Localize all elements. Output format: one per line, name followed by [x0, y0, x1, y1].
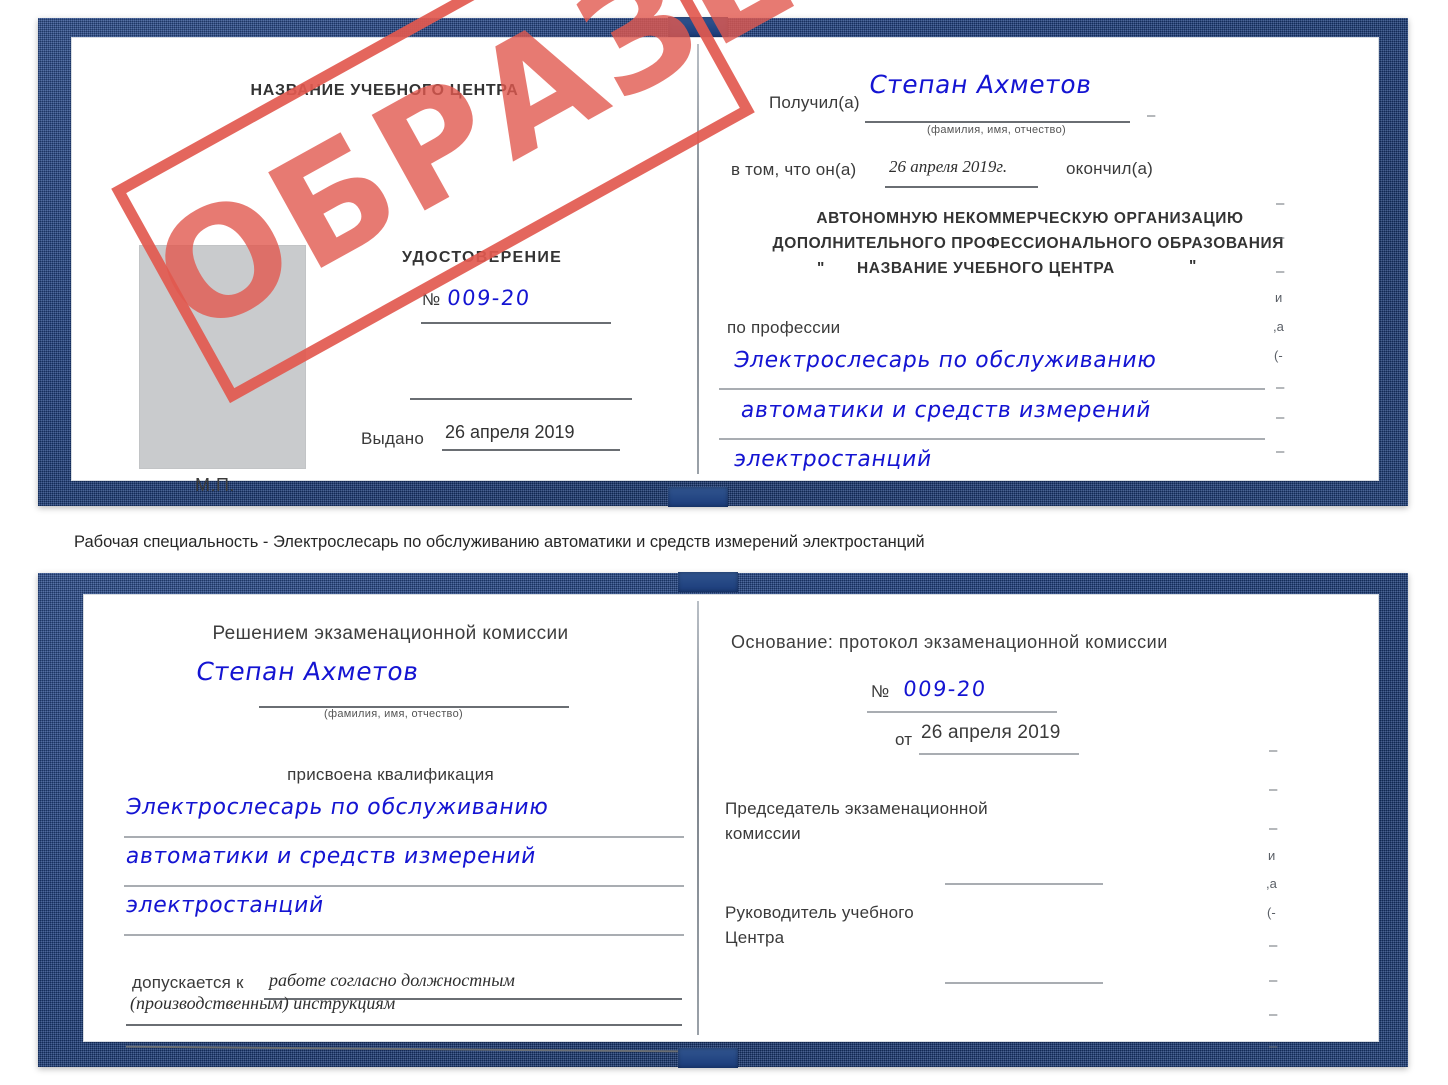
issued-rule	[442, 449, 620, 451]
chairman-line-1: Председатель экзаменационной	[725, 799, 988, 818]
number-value: 009-20	[446, 286, 532, 310]
profession-rule-2	[719, 438, 1265, 440]
organization-line-3: НАЗВАНИЕ УЧЕБНОГО ЦЕНТРА	[857, 260, 1115, 277]
protocol-number-value: 009-20	[902, 677, 988, 701]
received-value: Степан Ахметов	[867, 70, 1095, 99]
head-line-1: Руководитель учебного	[725, 903, 914, 922]
fio-hint: (фамилия, имя, отчество)	[927, 124, 1066, 136]
seal-place-label: М.П.	[195, 475, 235, 495]
bleed-mark: –	[1269, 781, 1278, 798]
certificate-top-pages: НАЗВАНИЕ УЧЕБНОГО ЦЕНТРА УДОСТОВЕРЕНИЕ №…	[66, 38, 1378, 495]
allowed-label: допускается к	[132, 973, 244, 992]
protocol-from-label: от	[895, 730, 913, 749]
chairman-signature-rule	[945, 883, 1103, 885]
top-right-page: Получил(а) Степан Ахметов (фамилия, имя,…	[699, 38, 1378, 480]
bleed-mark: –	[1276, 263, 1285, 280]
finished-label: окончил(а)	[1066, 159, 1153, 178]
certificate-bottom-pages: Решением экзаменационной комиссии Степан…	[78, 595, 1378, 1054]
organization-quote-close: "	[1189, 258, 1197, 275]
bleed-mark: –	[1276, 379, 1285, 396]
number-label: №	[422, 290, 441, 309]
bleed-mark: –	[1276, 409, 1285, 426]
protocol-number-rule	[867, 711, 1057, 713]
document-type-label: УДОСТОВЕРЕНИЕ	[402, 249, 563, 266]
protocol-from-value: 26 апреля 2019	[921, 722, 1061, 743]
received-label: Получил(а)	[769, 93, 860, 112]
qualification-label: присвоена квалификация	[287, 765, 494, 784]
basis-label: Основание: протокол экзаменационной коми…	[731, 632, 1168, 652]
bleed-mark: и	[1275, 290, 1283, 305]
qualification-line-3: электростанций	[124, 893, 326, 918]
bleed-mark: –	[1269, 1038, 1278, 1055]
bleed-mark: и	[1268, 848, 1276, 863]
bleed-mark: (-	[1267, 905, 1276, 920]
spine-tab-bottom	[678, 1048, 738, 1068]
bleed-mark: (-	[1274, 348, 1283, 363]
organization-quote-open: "	[817, 260, 825, 277]
profession-line-2: автоматики и средств измерений	[739, 398, 1154, 423]
qualification-rule-1	[124, 836, 684, 838]
head-signature-rule	[945, 982, 1103, 984]
profession-line-1: Электрослесарь по обслуживанию	[732, 348, 1159, 373]
issued-label: Выдано	[361, 429, 424, 448]
bleed-mark: –	[1269, 820, 1278, 837]
name-value: Степан Ахметов	[194, 657, 422, 686]
bleed-mark: ,а	[1266, 876, 1277, 891]
bleed-mark: –	[1269, 1006, 1278, 1023]
bleed-mark: ,а	[1273, 319, 1284, 334]
certificate-bottom: Решением экзаменационной комиссии Степан…	[38, 572, 1408, 1068]
spine-tab-top	[668, 17, 728, 37]
bleed-mark: –	[1269, 972, 1278, 989]
number-rule	[421, 322, 611, 324]
bleed-mark: –	[1269, 742, 1278, 759]
spine-tab-bottom	[668, 487, 728, 507]
bleed-mark: –	[1276, 195, 1285, 212]
caption-text: Рабочая специальность - Электрослесарь п…	[74, 533, 925, 551]
profession-line-3: электростанций	[732, 447, 934, 472]
qualification-line-1: Электрослесарь по обслуживанию	[124, 795, 551, 820]
allowed-value-1: работе согласно должностным	[269, 970, 515, 990]
profession-label: по профессии	[727, 318, 841, 337]
bottom-right-page: Основание: протокол экзаменационной коми…	[699, 595, 1378, 1054]
completion-date: 26 апреля 2019г.	[889, 157, 1008, 176]
top-left-page: НАЗВАНИЕ УЧЕБНОГО ЦЕНТРА УДОСТОВЕРЕНИЕ №…	[72, 38, 697, 495]
head-line-2: Центра	[725, 928, 785, 947]
commission-decision-heading: Решением экзаменационной комиссии	[212, 623, 569, 644]
organization-line-1: АВТОНОМНУЮ НЕКОММЕРЧЕСКУЮ ОРГАНИЗАЦИЮ	[816, 210, 1244, 227]
bleed-mark: –	[1276, 443, 1285, 460]
bleed-mark: –	[1276, 229, 1285, 246]
protocol-from-rule	[919, 753, 1079, 755]
protocol-number-label: №	[871, 682, 890, 701]
organization-line-2: ДОПОЛНИТЕЛЬНОГО ПРОФЕССИОНАЛЬНОГО ОБРАЗО…	[772, 235, 1284, 252]
fio-hint: (фамилия, имя, отчество)	[324, 708, 463, 720]
qualification-rule-3	[124, 934, 684, 936]
allowed-rule-3	[126, 1045, 682, 1053]
issued-value: 26 апреля 2019	[445, 422, 575, 442]
completion-date-rule	[885, 186, 1038, 188]
certificate-top: НАЗВАНИЕ УЧЕБНОГО ЦЕНТРА УДОСТОВЕРЕНИЕ №…	[38, 0, 1408, 507]
spine-tab-top	[678, 572, 738, 592]
in-that-label: в том, что он(а)	[731, 160, 857, 179]
photo-placeholder	[139, 245, 306, 469]
profession-rule-1	[719, 388, 1265, 390]
bleed-mark: –	[1147, 107, 1156, 124]
blank-rule-1	[410, 398, 632, 400]
training-center-title: НАЗВАНИЕ УЧЕБНОГО ЦЕНТРА	[250, 82, 519, 99]
bleed-mark: –	[1269, 937, 1278, 954]
chairman-line-2: комиссии	[725, 824, 801, 843]
received-rule	[865, 121, 1130, 123]
allowed-rule-2	[126, 1024, 682, 1026]
bottom-left-page: Решением экзаменационной комиссии Степан…	[84, 595, 697, 1053]
allowed-value-2: (производственным) инструкциям	[130, 993, 396, 1013]
qualification-line-2: автоматики и средств измерений	[124, 844, 539, 869]
qualification-rule-2	[124, 885, 684, 887]
